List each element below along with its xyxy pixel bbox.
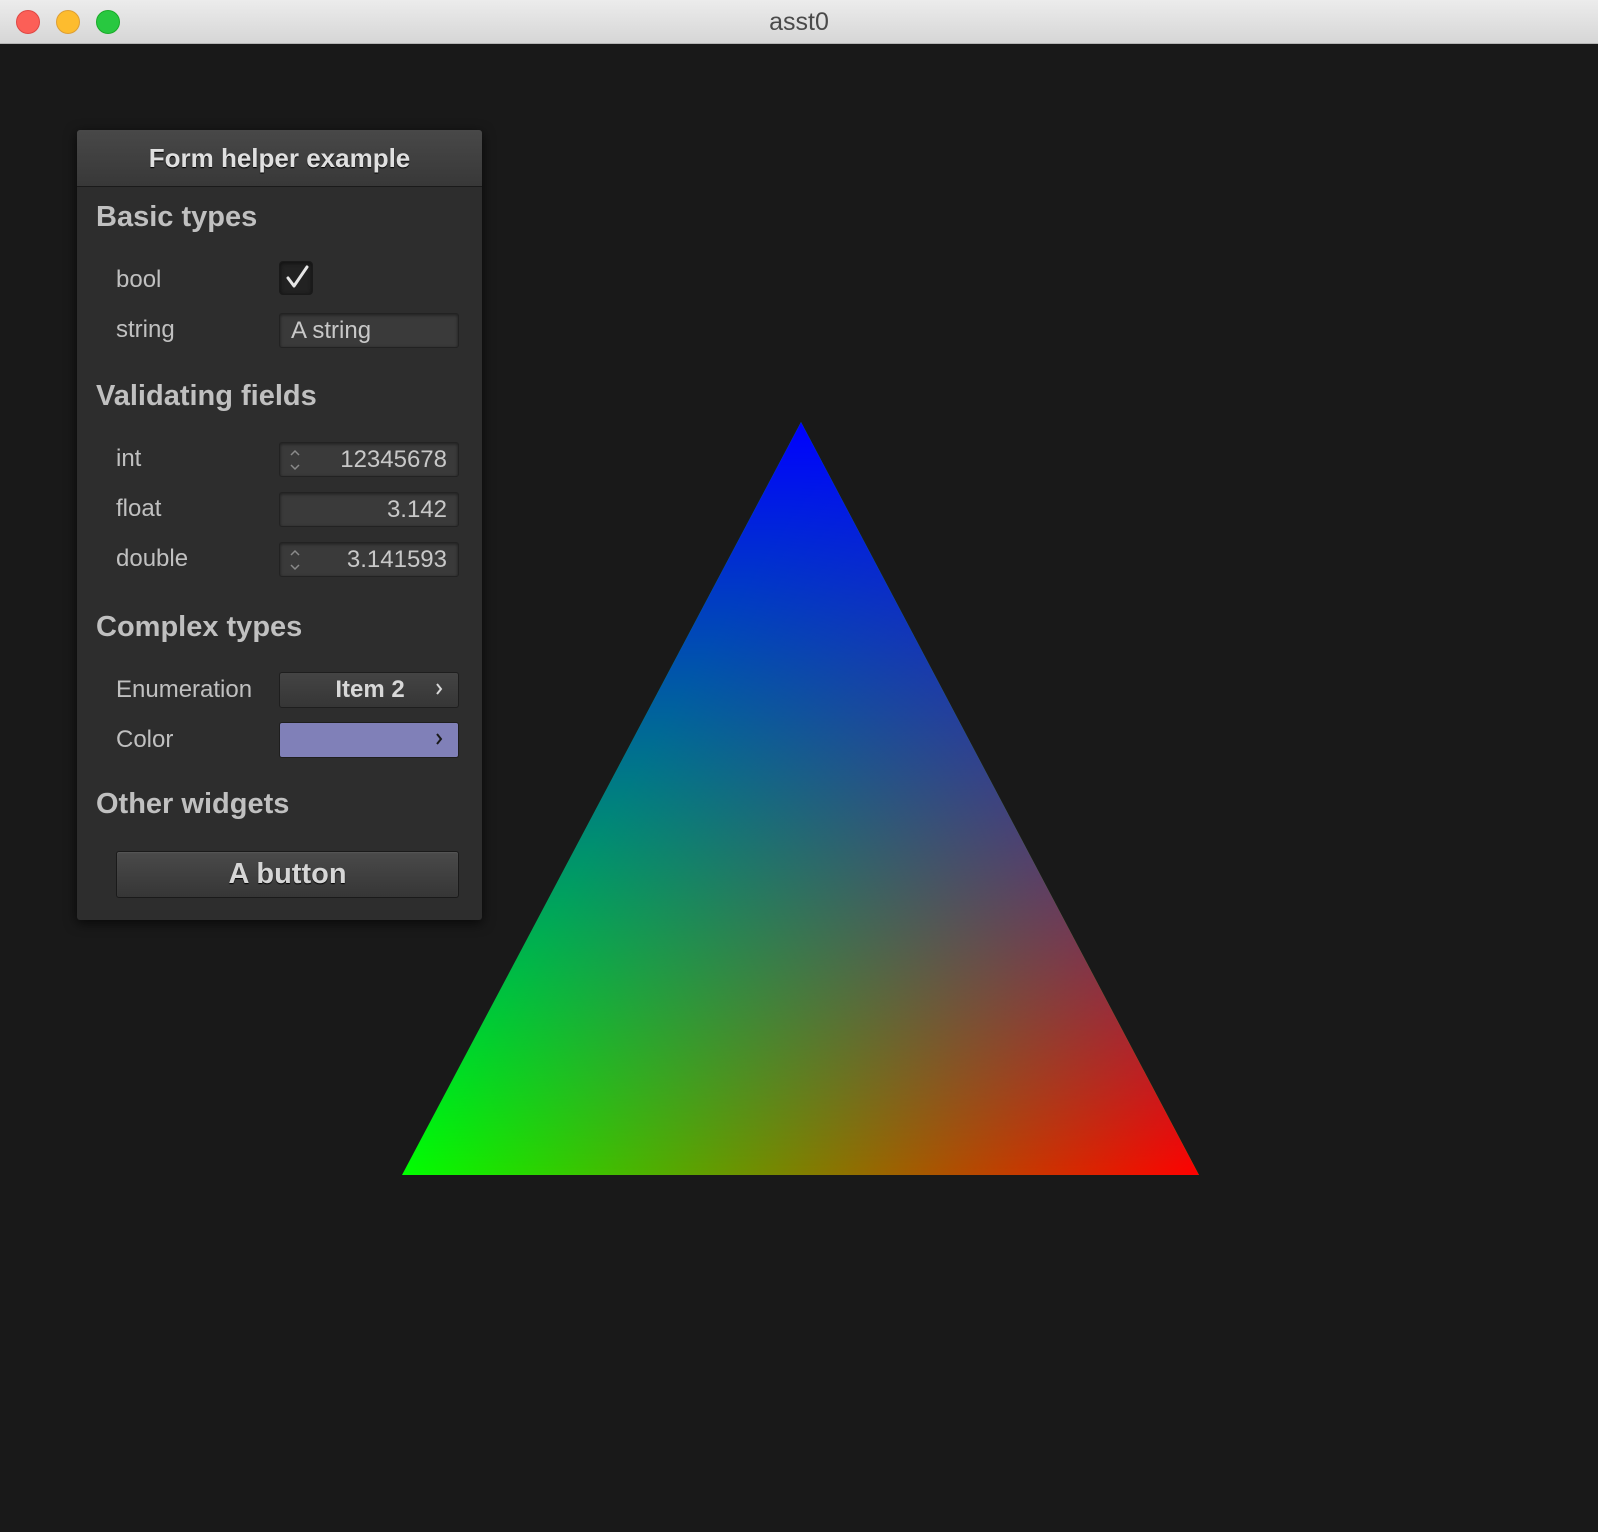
chevron-right-icon — [436, 683, 443, 695]
double-label: double — [116, 545, 189, 572]
string-input[interactable]: A string — [279, 313, 459, 348]
a-button[interactable]: A button — [116, 851, 459, 898]
string-value: A string — [291, 317, 372, 344]
bool-checkbox[interactable] — [279, 261, 313, 295]
bool-label: bool — [116, 266, 162, 293]
enumeration-label: Enumeration — [116, 676, 253, 703]
panel-title[interactable]: Form helper example — [77, 130, 482, 187]
float-label: float — [116, 495, 162, 522]
title-bar: asst0 — [0, 0, 1598, 44]
color-picker-button[interactable] — [279, 722, 459, 758]
group-title-complex-types: Complex types — [96, 611, 303, 643]
spinner-icon[interactable] — [289, 447, 301, 473]
int-input[interactable]: 12345678 — [279, 442, 459, 477]
chevron-right-icon — [436, 733, 443, 745]
form-helper-panel: Form helper example Basic types bool str… — [77, 130, 482, 920]
int-value: 12345678 — [340, 446, 447, 473]
group-title-validating-fields: Validating fields — [96, 380, 317, 412]
double-input[interactable]: 3.141593 — [279, 542, 459, 577]
spinner-icon[interactable] — [289, 547, 301, 573]
window-title: asst0 — [769, 8, 829, 36]
double-value: 3.141593 — [346, 546, 447, 573]
color-label: Color — [116, 726, 174, 753]
int-label: int — [116, 445, 142, 472]
float-value: 3.142 — [386, 496, 447, 523]
triangle-blue-blend — [402, 422, 1199, 1175]
enumeration-dropdown[interactable]: Item 2 — [279, 672, 459, 708]
float-input[interactable]: 3.142 — [279, 492, 459, 527]
group-title-other-widgets: Other widgets — [96, 788, 290, 820]
app-window: asst0 Form helper example Basic types bo… — [0, 0, 1598, 1532]
string-label: string — [116, 316, 175, 343]
enumeration-value: Item 2 — [335, 676, 405, 703]
group-title-basic-types: Basic types — [96, 201, 258, 233]
checkmark-icon — [286, 265, 309, 288]
